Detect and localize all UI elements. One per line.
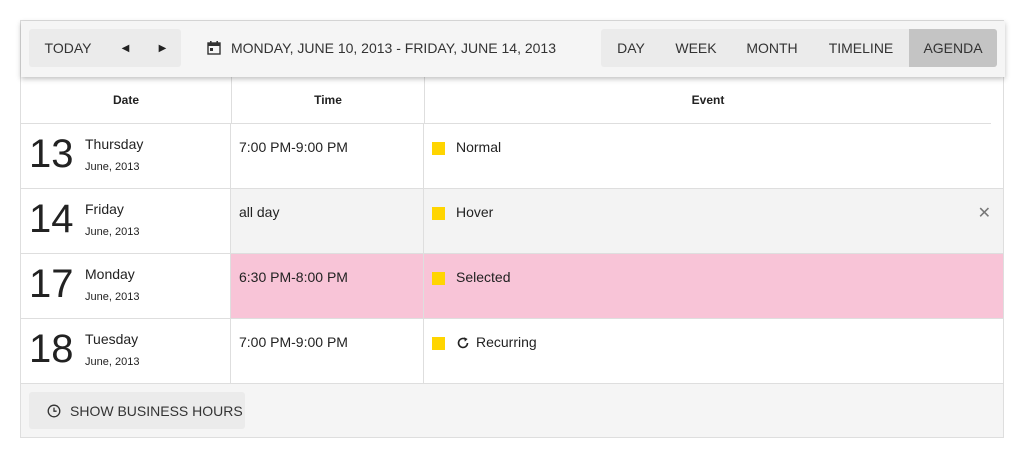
agenda-header: Date Time Event <box>21 77 991 124</box>
event-color-marker <box>432 207 445 220</box>
weekday-label: Friday <box>85 201 124 217</box>
today-button[interactable]: TODAY <box>29 29 107 67</box>
view-switcher: DAY WEEK MONTH TIMELINE AGENDA <box>601 29 997 67</box>
business-hours-label: SHOW BUSINESS HOURS <box>70 402 243 419</box>
agenda-row: 13 Thursday June, 2013 7:00 PM-9:00 PM N… <box>21 124 1003 189</box>
calendar-icon <box>207 41 221 55</box>
clock-icon <box>47 404 61 417</box>
show-business-hours-button[interactable]: SHOW BUSINESS HOURS <box>29 392 245 429</box>
caret-right-icon: ▶ <box>158 42 167 54</box>
date-cell: 17 Monday June, 2013 <box>21 254 230 318</box>
time-cell: 7:00 PM-9:00 PM <box>230 124 423 188</box>
weekday-label: Tuesday <box>85 331 139 347</box>
date-cell: 14 Friday June, 2013 <box>21 189 230 253</box>
time-cell: 7:00 PM-9:00 PM <box>230 319 423 383</box>
caret-left-icon: ◀ <box>121 42 130 54</box>
agenda-row: 14 Friday June, 2013 all day Hover ✕ <box>21 189 1003 254</box>
time-cell: all day <box>230 189 423 253</box>
view-month-button[interactable]: MONTH <box>731 29 813 67</box>
toolbar: TODAY ◀ ▶ MONDAY, JUNE 10, 2013 - FRIDAY… <box>21 21 1005 77</box>
column-header-time: Time <box>231 77 424 123</box>
event-title: Recurring <box>476 334 537 350</box>
day-number: 17 <box>29 262 74 306</box>
month-label: June, 2013 <box>85 291 140 303</box>
date-cell: 18 Tuesday June, 2013 <box>21 319 230 383</box>
navigation-group: TODAY ◀ ▶ <box>29 29 181 67</box>
event-title: Selected <box>456 269 511 285</box>
date-cell: 13 Thursday June, 2013 <box>21 124 230 188</box>
view-day-button[interactable]: DAY <box>601 29 661 67</box>
agenda-row: 17 Monday June, 2013 6:30 PM-8:00 PM Sel… <box>21 254 1003 319</box>
column-header-event: Event <box>424 77 991 123</box>
month-label: June, 2013 <box>85 226 140 238</box>
month-label: June, 2013 <box>85 356 140 368</box>
delete-event-icon[interactable]: ✕ <box>978 206 991 222</box>
event-cell[interactable]: Selected <box>423 254 1003 318</box>
view-timeline-button[interactable]: TIMELINE <box>813 29 909 67</box>
event-color-marker <box>432 272 445 285</box>
event-cell[interactable]: Normal <box>423 124 1003 188</box>
month-label: June, 2013 <box>85 161 140 173</box>
view-agenda-button[interactable]: AGENDA <box>909 29 997 67</box>
day-number: 13 <box>29 132 74 176</box>
event-title-wrapper: Recurring <box>456 334 537 350</box>
footer: SHOW BUSINESS HOURS <box>21 383 1003 437</box>
day-number: 14 <box>29 197 74 241</box>
weekday-label: Thursday <box>85 136 144 152</box>
event-title: Hover <box>456 204 494 220</box>
event-color-marker <box>432 142 445 155</box>
event-cell[interactable]: Hover ✕ <box>423 189 1003 253</box>
time-cell: 6:30 PM-8:00 PM <box>230 254 423 318</box>
event-cell[interactable]: Recurring <box>423 319 1003 383</box>
date-range-label: MONDAY, JUNE 10, 2013 - FRIDAY, JUNE 14,… <box>231 40 556 56</box>
recurring-icon <box>457 337 469 349</box>
agenda-scheduler: TODAY ◀ ▶ MONDAY, JUNE 10, 2013 - FRIDAY… <box>20 20 1005 438</box>
date-range-picker[interactable]: MONDAY, JUNE 10, 2013 - FRIDAY, JUNE 14,… <box>207 29 556 67</box>
next-button[interactable]: ▶ <box>144 29 181 67</box>
event-title: Normal <box>456 139 502 155</box>
previous-button[interactable]: ◀ <box>107 29 144 67</box>
agenda-row: 18 Tuesday June, 2013 7:00 PM-9:00 PM Re… <box>21 319 1003 384</box>
agenda-rows: 13 Thursday June, 2013 7:00 PM-9:00 PM N… <box>21 124 1003 384</box>
day-number: 18 <box>29 327 74 371</box>
event-color-marker <box>432 337 445 350</box>
weekday-label: Monday <box>85 266 135 282</box>
view-week-button[interactable]: WEEK <box>661 29 731 67</box>
column-header-date: Date <box>112 93 139 107</box>
